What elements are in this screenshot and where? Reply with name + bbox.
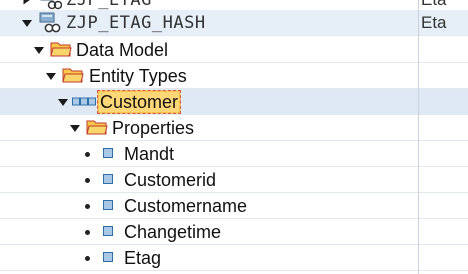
description-cell [419, 245, 468, 271]
service-label: ZJP_ETAG_HASH [66, 13, 206, 33]
folder-open-icon [86, 120, 108, 135]
property-label: Mandt [124, 144, 175, 164]
property-icon [103, 226, 113, 236]
project-tree: ZJP_ETAG ZJP_ETAG_HASH Data Model Entity… [0, 0, 468, 274]
tree-row-properties[interactable]: Properties [0, 115, 418, 141]
property-label: Etag [124, 248, 162, 268]
collapse-arrow-icon[interactable] [34, 47, 44, 54]
collapse-arrow-icon[interactable] [22, 20, 32, 27]
entity-type-icon [72, 97, 96, 106]
tree-row-service-zjp-etag-hash[interactable]: ZJP_ETAG_HASH [0, 10, 418, 36]
tree-label: Properties [112, 118, 195, 138]
tree-row-property[interactable]: Customername [0, 193, 418, 219]
property-label: Customerid [124, 170, 217, 190]
tree-row-entity-customer[interactable]: Customer [0, 89, 418, 115]
description-column: Eta Eta [419, 0, 468, 274]
service-icon [39, 12, 61, 33]
expand-arrow-icon[interactable] [23, 0, 31, 5]
tree-row-property[interactable]: Mandt [0, 141, 418, 167]
bullet-icon [85, 178, 90, 183]
description-cell [419, 219, 468, 245]
tree-row-property[interactable]: Etag [0, 245, 418, 271]
collapse-arrow-icon[interactable] [46, 73, 56, 80]
property-icon [103, 200, 113, 210]
bullet-icon [85, 230, 90, 235]
tree-row-property[interactable]: Customerid [0, 167, 418, 193]
folder-open-icon [62, 68, 84, 83]
property-icon [103, 252, 113, 262]
property-label: Customername [124, 196, 248, 216]
description-cell [419, 89, 468, 115]
tree-row-property[interactable]: Changetime [0, 219, 418, 245]
tree-row-data-model[interactable]: Data Model [0, 37, 418, 63]
service-icon [40, 0, 62, 10]
property-label: Changetime [124, 222, 222, 242]
bullet-icon [85, 204, 90, 209]
bullet-icon [85, 256, 90, 261]
description-cell [419, 63, 468, 89]
folder-open-icon [50, 42, 72, 57]
description-cell [419, 37, 468, 63]
tree-row-entity-types[interactable]: Entity Types [0, 63, 418, 89]
collapse-arrow-icon[interactable] [70, 125, 80, 132]
description-cell [419, 193, 468, 219]
tree-label: Entity Types [89, 66, 187, 86]
description-cell [419, 115, 468, 141]
description-cell [419, 167, 468, 193]
property-icon [103, 148, 113, 158]
property-icon [103, 174, 113, 184]
tree-label-selected: Customer [97, 90, 182, 114]
tree-label: Data Model [76, 40, 169, 60]
description-cell: Eta [419, 10, 468, 36]
description-cell [419, 141, 468, 167]
bullet-icon [85, 152, 90, 157]
collapse-arrow-icon[interactable] [58, 99, 68, 106]
